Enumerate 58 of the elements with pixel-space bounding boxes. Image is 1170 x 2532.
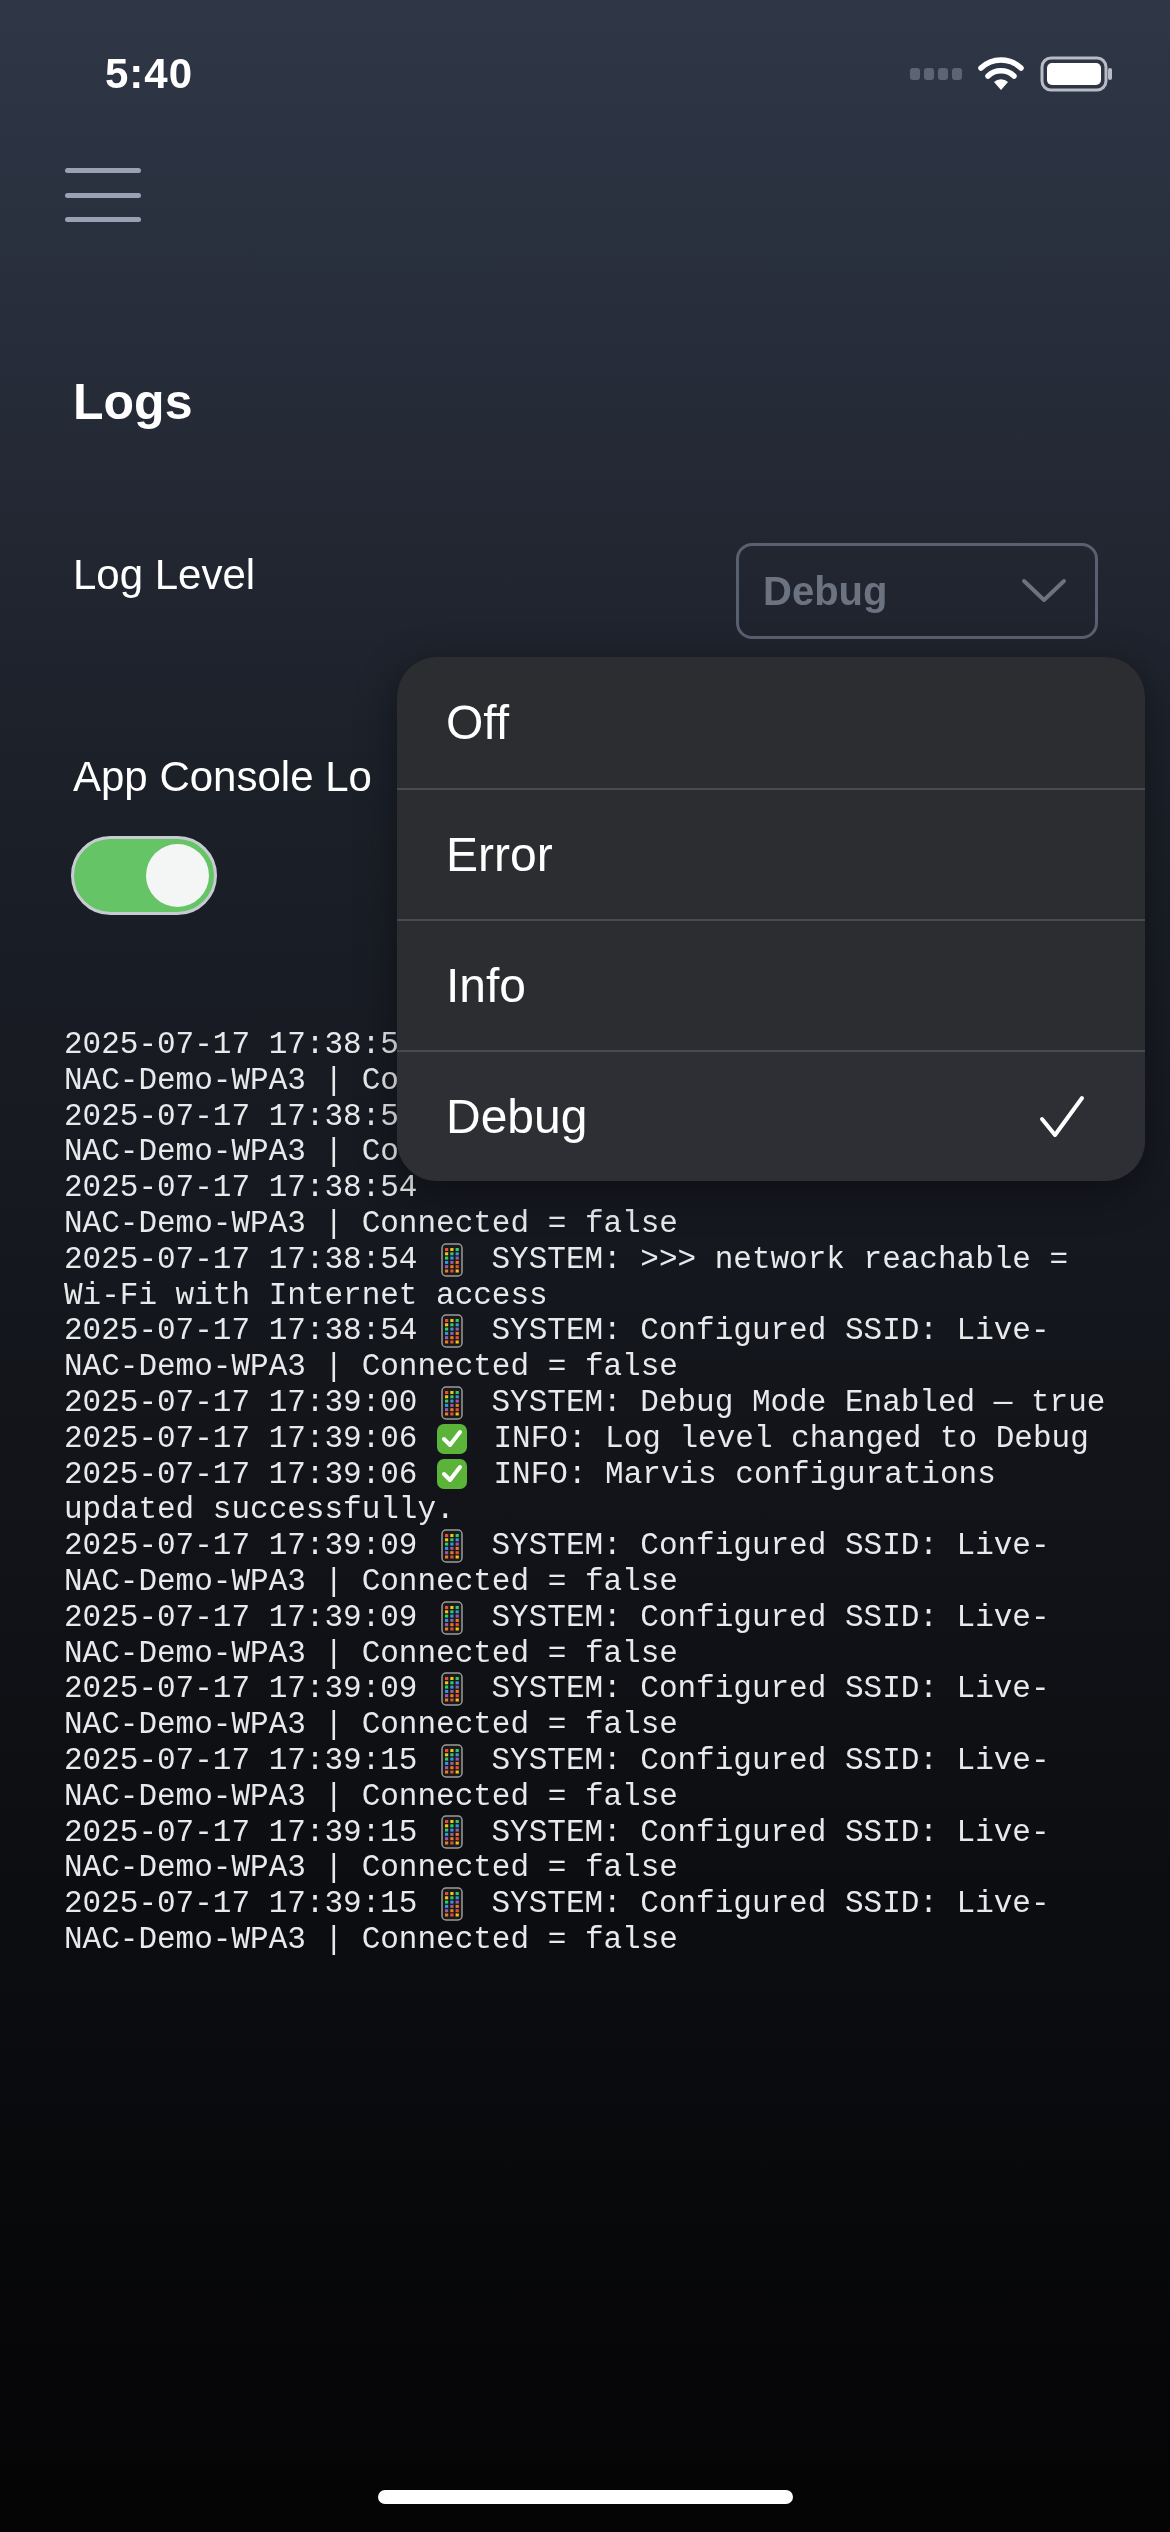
log-timestamp: 2025-07-17 17:39:06 — [64, 1456, 418, 1493]
log-timestamp: 2025-07-17 17:38:54 — [64, 1313, 418, 1350]
log-message: SYSTEM: Configured SSID: Live- — [491, 1742, 1050, 1779]
page-title: Logs — [73, 373, 194, 432]
log-message: SYSTEM: Configured SSID: Live- — [491, 1528, 1050, 1564]
log-timestamp: 2025-07-17 17:39:15 — [64, 1886, 418, 1922]
log-line: NAC-Demo-WPA3 | Co — [64, 1134, 399, 1171]
chevron-down-icon — [1021, 578, 1067, 604]
log-message: INFO: Marvis configurations — [493, 1456, 996, 1493]
phone-icon — [441, 1672, 464, 1707]
log-message: NAC-Demo-WPA3 | Connected = false — [64, 1778, 678, 1815]
log-message: NAC-Demo-WPA3 | Connected = false — [64, 1921, 678, 1958]
log-timestamp: 2025-07-17 17:39:15 — [64, 1742, 418, 1779]
log-message: NAC-Demo-WPA3 | Connected = false — [64, 1563, 678, 1600]
phone-icon — [441, 1385, 464, 1420]
menu-item[interactable]: Off — [397, 657, 1145, 788]
log-timestamp: 2025-07-17 17:39:09 — [64, 1671, 418, 1708]
check-icon — [437, 1457, 468, 1492]
log-message: NAC-Demo-WPA3 | Connected = false — [64, 1349, 678, 1385]
battery-icon — [1040, 56, 1114, 92]
menu-item[interactable]: Error — [397, 788, 1145, 919]
log-message: SYSTEM: Configured SSID: Live- — [491, 1313, 1050, 1350]
log-timestamp: 2025-07-17 17:39:09 — [64, 1528, 418, 1564]
check-icon — [437, 1421, 468, 1456]
log-message: SYSTEM: Debug Mode Enabled — true — [491, 1384, 1106, 1421]
log-message: updated successfully. — [64, 1492, 455, 1529]
phone-icon — [441, 1242, 464, 1277]
log-level-label: Log Level — [73, 550, 256, 600]
phone-icon — [441, 1314, 464, 1349]
log-line: NAC-Demo-WPA3 | Co — [64, 1062, 399, 1099]
log-timestamp: 2025-07-17 17:39:09 — [64, 1599, 418, 1636]
log-line: NAC-Demo-WPA3 | Connected = false — [64, 1206, 678, 1242]
log-timestamp: 2025-07-17 17:39:06 — [64, 1420, 418, 1457]
phone-icon — [441, 1815, 464, 1850]
phone-icon — [441, 1743, 464, 1778]
log-line: 2025-07-17 17:38:5 — [64, 1027, 399, 1063]
signal-icon — [910, 68, 962, 80]
status-time: 5:40 — [105, 50, 194, 98]
log-message: NAC-Demo-WPA3 | Connected = false — [64, 1850, 678, 1887]
checkmark-icon — [1039, 1094, 1085, 1139]
phone-icon — [441, 1529, 464, 1564]
console-logging-label: App Console Lo — [73, 752, 372, 802]
log-timestamp: 2025-07-17 17:39:15 — [64, 1814, 418, 1851]
log-message: NAC-Demo-WPA3 | Connected = false — [64, 1635, 678, 1672]
log-message: SYSTEM: Configured SSID: Live- — [491, 1814, 1050, 1851]
log-message: NAC-Demo-WPA3 | Connected = false — [64, 1707, 678, 1743]
log-message: SYSTEM: >>> network reachable = — [491, 1241, 1069, 1278]
log-message: SYSTEM: Configured SSID: Live- — [491, 1599, 1050, 1636]
log-message: SYSTEM: Configured SSID: Live- — [491, 1671, 1050, 1708]
log-message: Wi-Fi with Internet access — [64, 1277, 548, 1314]
log-line: 2025-07-17 17:38:5 — [64, 1098, 399, 1135]
phone-icon — [441, 1600, 464, 1635]
log-timestamp: 2025-07-17 17:39:00 — [64, 1384, 418, 1421]
log-message: INFO: Log level changed to Debug — [493, 1420, 1089, 1457]
phone-icon — [441, 1887, 464, 1921]
wifi-icon — [978, 56, 1024, 92]
log-message: SYSTEM: Configured SSID: Live- — [491, 1886, 1050, 1922]
log-timestamp: 2025-07-17 17:38:54 — [64, 1241, 418, 1278]
